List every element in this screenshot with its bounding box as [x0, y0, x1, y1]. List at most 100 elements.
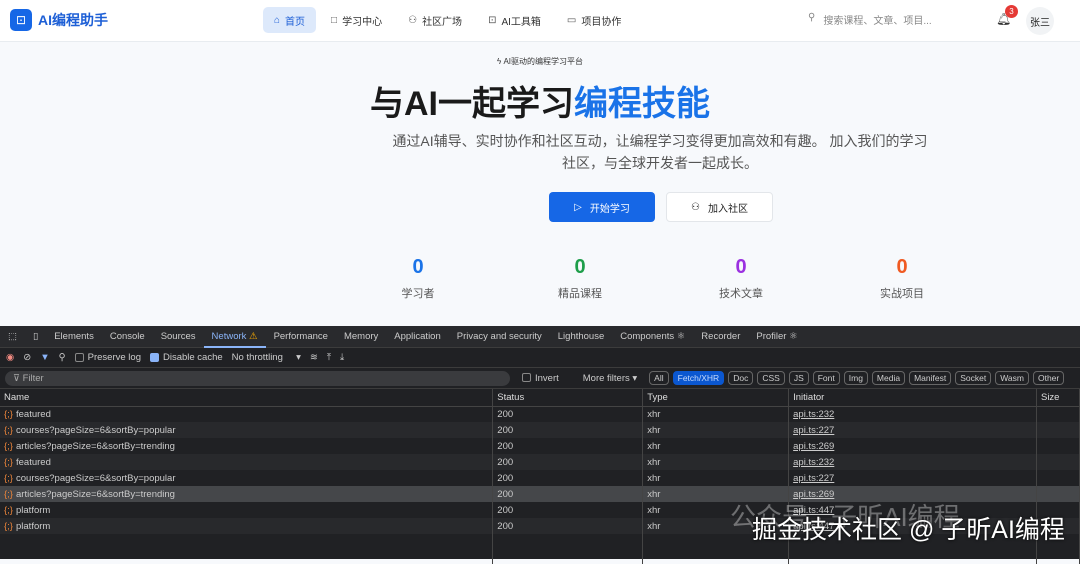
- request-size: [1036, 486, 1080, 502]
- hero-title: 与AI一起学习编程技能: [0, 76, 1080, 125]
- home-icon: ⌂: [274, 14, 281, 26]
- request-status: 200: [492, 406, 644, 422]
- preserve-log-label: Preserve log: [87, 352, 141, 363]
- disable-cache-checkbox[interactable]: Disable cache: [149, 352, 223, 363]
- initiator-link[interactable]: api.ts:269: [793, 441, 834, 452]
- nav-item[interactable]: ⌂ 首页: [263, 7, 317, 33]
- request-status: 200: [492, 422, 644, 438]
- tab-label: Console: [109, 330, 145, 342]
- devtools-tab[interactable]: Console: [102, 326, 153, 348]
- initiator-link[interactable]: api.ts:232: [793, 457, 834, 468]
- request-row[interactable]: {;} courses?pageSize=6&sortBy=popular 200 x…: [0, 470, 1080, 486]
- devtools-tab[interactable]: Recorder: [693, 326, 748, 348]
- initiator-link[interactable]: api.ts:232: [793, 409, 834, 420]
- request-type: xhr: [642, 470, 790, 486]
- request-row[interactable]: {;} courses?pageSize=6&sortBy=popular 200 x…: [0, 422, 1080, 438]
- request-status: 200: [492, 470, 644, 486]
- join-community-button[interactable]: ⚇ 加入社区: [666, 192, 773, 222]
- nav-item-label: 社区广场: [422, 16, 463, 28]
- devtools-tab[interactable]: Application: [386, 326, 448, 348]
- type-filter-button[interactable]: Doc: [728, 371, 754, 385]
- join-label: 加入社区: [707, 203, 748, 215]
- tab-label: Application: [394, 330, 441, 342]
- type-filter-button[interactable]: Manifest: [909, 371, 952, 385]
- column-header[interactable]: Name: [0, 389, 494, 407]
- request-size: [1036, 470, 1080, 486]
- devtools-tabs: ⬚ ▯ Elements Console Sources Network ⚠ Perfo…: [0, 326, 1080, 348]
- play-icon: ▷: [574, 201, 582, 213]
- filter-input[interactable]: ⊽ Filter: [5, 370, 510, 386]
- nav-item-label: AI工具箱: [501, 16, 541, 28]
- more-filters-dropdown[interactable]: More filters ▾: [583, 373, 637, 384]
- clear-icon[interactable]: ⊘: [23, 352, 31, 363]
- start-learning-button[interactable]: ▷ 开始学习: [549, 192, 655, 222]
- column-header[interactable]: Initiator: [788, 389, 1037, 407]
- devtools-tab[interactable]: Sources: [153, 326, 204, 348]
- device-toolbar-icon[interactable]: ▯: [25, 326, 46, 348]
- devtools-tab[interactable]: Elements: [46, 326, 102, 348]
- request-name: featured: [16, 408, 51, 420]
- invert-checkbox[interactable]: Invert: [522, 373, 559, 384]
- tab-label: Sources: [160, 330, 196, 342]
- user-avatar[interactable]: 张三: [1026, 7, 1054, 35]
- type-filter-button[interactable]: Socket: [955, 371, 992, 385]
- column-header[interactable]: Type: [642, 389, 790, 407]
- devtools-tab[interactable]: Privacy and security: [449, 326, 550, 348]
- column-header[interactable]: Size: [1036, 389, 1080, 407]
- download-icon[interactable]: ⤓: [340, 352, 344, 363]
- nav-item[interactable]: □ 学习中心: [320, 7, 393, 33]
- request-size: [1036, 406, 1080, 422]
- devtools-tab[interactable]: Performance: [266, 326, 336, 348]
- nav-item[interactable]: ⊡ AI工具箱: [477, 7, 552, 33]
- type-filter-button[interactable]: Fetch/XHR: [672, 371, 725, 385]
- notification-badge: 3: [1005, 5, 1018, 18]
- xhr-icon: {;}: [4, 408, 13, 420]
- devtools-tab[interactable]: Components ⚛: [612, 326, 693, 348]
- stat-item: 0 学习者: [358, 256, 478, 301]
- initiator-link[interactable]: api.ts:227: [793, 473, 834, 484]
- nav-item[interactable]: ▭ 项目协作: [556, 7, 632, 33]
- devtools-tab[interactable]: Network ⚠: [203, 326, 266, 348]
- type-filter-button[interactable]: Img: [843, 371, 868, 385]
- type-filter-button[interactable]: Wasm: [995, 371, 1029, 385]
- devtools-tab[interactable]: Lighthouse: [550, 326, 612, 348]
- request-type: xhr: [642, 438, 790, 454]
- search-input[interactable]: ⚲ 搜索课程、文章、项目...: [808, 12, 932, 27]
- request-type: xhr: [642, 406, 790, 422]
- main-menu: ⌂ 首页 □ 学习中心 ⚇ 社区广场 ⊡ AI工具箱 ▭ 项目协作: [263, 7, 632, 33]
- inspect-icon[interactable]: ⬚: [0, 326, 25, 348]
- type-filter-button[interactable]: All: [649, 371, 669, 385]
- type-filter-button[interactable]: Font: [812, 371, 840, 385]
- upload-icon[interactable]: ⤒: [327, 352, 331, 363]
- robot-logo-icon: ⊡: [10, 9, 32, 31]
- type-filter-button[interactable]: JS: [788, 371, 809, 385]
- type-filter-button[interactable]: Media: [871, 371, 906, 385]
- filter-bar: ⊽ Filter Invert More filters ▾ All Fetch/…: [0, 368, 1080, 389]
- stat-item: 0 技术文章: [681, 256, 801, 301]
- request-row[interactable]: {;} articles?pageSize=6&sortBy=trending 20…: [0, 438, 1080, 454]
- stat-value: 0: [735, 256, 747, 278]
- devtools-tab[interactable]: Profiler ⚛: [748, 326, 805, 348]
- throttling-select[interactable]: No throttling ▾: [232, 352, 301, 363]
- preserve-log-checkbox[interactable]: Preserve log: [74, 352, 141, 363]
- tab-label: Recorder: [701, 330, 741, 342]
- filter-icon[interactable]: ▼: [40, 352, 49, 363]
- request-row[interactable]: {;} featured 200 xhr api.ts:232: [0, 406, 1080, 422]
- column-header[interactable]: Status: [492, 389, 644, 407]
- logo[interactable]: ⊡ AI编程助手: [10, 9, 108, 31]
- hero-description: 通过AI辅导、实时协作和社区互动，让编程学习变得更加高效和有趣。 加入我们的学习…: [392, 133, 928, 171]
- record-icon[interactable]: ◉: [6, 352, 14, 363]
- type-filter-button[interactable]: CSS: [757, 371, 785, 385]
- nav-item[interactable]: ⚇ 社区广场: [397, 7, 473, 33]
- initiator-link[interactable]: api.ts:227: [793, 425, 834, 436]
- search-icon[interactable]: ⚲: [59, 352, 66, 363]
- type-filter-button[interactable]: Other: [1032, 371, 1065, 385]
- network-conditions-icon[interactable]: ≋: [310, 352, 318, 363]
- stat-item: 0 精品课程: [520, 256, 640, 301]
- stat-label: 技术文章: [719, 288, 763, 300]
- request-row[interactable]: {;} featured 200 xhr api.ts:232: [0, 454, 1080, 470]
- xhr-icon: {;}: [4, 456, 13, 468]
- devtools-tab[interactable]: Memory: [336, 326, 386, 348]
- xhr-icon: {;}: [4, 520, 13, 532]
- top-nav: ⊡ AI编程助手 ⌂ 首页 □ 学习中心 ⚇ 社区广场 ⊡ AI工具箱 ▭ 项目协作 ⚲ 搜索课程…: [0, 0, 1080, 42]
